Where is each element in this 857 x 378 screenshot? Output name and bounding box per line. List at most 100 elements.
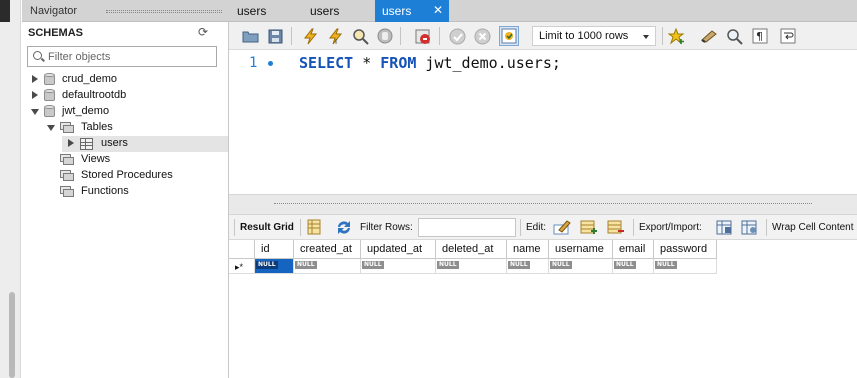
table-icon bbox=[80, 138, 93, 150]
table-cell[interactable]: NULL bbox=[255, 259, 294, 274]
column-header[interactable]: email bbox=[613, 240, 654, 259]
column-header[interactable]: deleted_at bbox=[436, 240, 507, 259]
export-icon[interactable] bbox=[716, 219, 732, 235]
import-icon[interactable] bbox=[741, 219, 757, 235]
views-label: Views bbox=[81, 153, 111, 165]
edge-dark-block bbox=[0, 0, 10, 22]
sql-code-line[interactable]: SELECT * FROM jwt_demo.users; bbox=[299, 54, 561, 72]
toolbar-separator bbox=[400, 27, 401, 45]
save-icon[interactable] bbox=[265, 26, 285, 46]
toggle-error-icon[interactable] bbox=[413, 26, 433, 46]
row-header[interactable]: ▸* bbox=[229, 259, 255, 274]
collapse-arrow-icon[interactable] bbox=[47, 125, 55, 131]
panel-splitter[interactable] bbox=[229, 194, 857, 215]
stop-icon[interactable] bbox=[375, 26, 395, 46]
svg-text:¶: ¶ bbox=[756, 30, 763, 43]
result-toolbar: Result Grid Filter Rows: Edit: Export/Im… bbox=[229, 215, 857, 240]
schema-label: crud_demo bbox=[62, 73, 118, 85]
tab-users-1[interactable]: users bbox=[237, 0, 307, 22]
tree-item-tables[interactable]: Tables bbox=[46, 120, 216, 136]
grid-layout-icon[interactable] bbox=[307, 219, 323, 235]
null-badge: NULL bbox=[437, 261, 459, 269]
edge-scrollbar[interactable] bbox=[9, 292, 15, 378]
tree-item-users-table[interactable]: users bbox=[66, 136, 226, 152]
result-grid[interactable]: id created_at updated_at deleted_at name… bbox=[229, 240, 857, 378]
explain-icon[interactable] bbox=[350, 26, 370, 46]
navigator-header: Navigator bbox=[22, 0, 229, 22]
collapse-arrow-icon[interactable] bbox=[31, 109, 39, 115]
expand-arrow-icon[interactable] bbox=[68, 139, 74, 147]
column-header[interactable]: id bbox=[255, 240, 294, 259]
tree-item-stored-procedures[interactable]: Stored Procedures bbox=[46, 168, 216, 184]
search-icon bbox=[33, 51, 42, 60]
sql-keyword-from: FROM bbox=[380, 54, 417, 72]
execute-icon[interactable] bbox=[300, 26, 320, 46]
refresh-icon[interactable]: ⟳ bbox=[198, 25, 208, 39]
tab-users-2[interactable]: users bbox=[310, 0, 380, 22]
wrap-cell-content-label[interactable]: Wrap Cell Content bbox=[772, 222, 854, 233]
left-edge-strip bbox=[0, 0, 21, 378]
table-cell[interactable]: NULL bbox=[654, 259, 717, 274]
navigator-grip[interactable] bbox=[106, 10, 222, 13]
table-cell[interactable]: NULL bbox=[507, 259, 549, 274]
column-header[interactable]: name bbox=[507, 240, 549, 259]
sql-editor[interactable]: 1 SELECT * FROM jwt_demo.users; bbox=[229, 50, 857, 194]
splitter-grip[interactable] bbox=[274, 203, 812, 206]
export-import-label: Export/Import: bbox=[639, 222, 702, 233]
chevron-down-icon bbox=[643, 35, 649, 39]
table-cell[interactable]: NULL bbox=[549, 259, 613, 274]
commit-icon[interactable] bbox=[447, 26, 467, 46]
toolbar-separator bbox=[766, 219, 767, 236]
query-toolbar: I Limit to 1000 rows ¶ bbox=[229, 22, 857, 50]
find-icon[interactable] bbox=[724, 26, 744, 46]
add-row-icon[interactable] bbox=[580, 219, 597, 235]
column-header[interactable]: updated_at bbox=[361, 240, 436, 259]
execute-current-icon[interactable]: I bbox=[325, 26, 345, 46]
table-label: users bbox=[101, 137, 128, 149]
table-cell[interactable]: NULL bbox=[436, 259, 507, 274]
delete-row-icon[interactable] bbox=[607, 219, 624, 235]
null-badge: NULL bbox=[655, 261, 677, 269]
null-badge: NULL bbox=[362, 261, 384, 269]
schema-item-crud-demo[interactable]: crud_demo bbox=[30, 72, 220, 88]
column-header[interactable]: password bbox=[654, 240, 717, 259]
wrap-icon[interactable] bbox=[778, 26, 798, 46]
open-folder-icon[interactable] bbox=[240, 26, 260, 46]
table-cell[interactable]: NULL bbox=[294, 259, 361, 274]
filter-rows-label: Filter Rows: bbox=[360, 222, 413, 233]
toolbar-separator bbox=[439, 27, 440, 45]
tree-item-functions[interactable]: Functions bbox=[46, 184, 216, 200]
edit-label: Edit: bbox=[526, 222, 547, 233]
rollback-icon[interactable] bbox=[472, 26, 492, 46]
table-cell[interactable]: NULL bbox=[361, 259, 436, 274]
filter-objects-input[interactable] bbox=[27, 46, 217, 67]
filter-rows-input[interactable] bbox=[418, 218, 516, 237]
folder-icon bbox=[60, 186, 75, 198]
result-grid-label[interactable]: Result Grid bbox=[240, 222, 294, 233]
null-badge: NULL bbox=[295, 261, 317, 269]
tab-label: users bbox=[310, 4, 340, 18]
new-row-marker: ▸* bbox=[235, 262, 244, 272]
bookmark-icon[interactable] bbox=[666, 26, 686, 46]
beautify-icon[interactable] bbox=[699, 26, 719, 46]
limit-rows-select[interactable]: Limit to 1000 rows bbox=[532, 26, 656, 46]
close-icon[interactable]: ✕ bbox=[433, 3, 443, 17]
toolbar-separator bbox=[300, 219, 301, 236]
invisibles-icon[interactable]: ¶ bbox=[750, 26, 770, 46]
row-header-corner bbox=[229, 240, 255, 259]
column-header[interactable]: created_at bbox=[294, 240, 361, 259]
database-icon bbox=[44, 89, 55, 102]
refresh-results-icon[interactable] bbox=[335, 219, 351, 235]
expand-arrow-icon[interactable] bbox=[32, 75, 38, 83]
schema-item-defaultrootdb[interactable]: defaultrootdb bbox=[30, 88, 220, 104]
tree-item-views[interactable]: Views bbox=[46, 152, 216, 168]
table-cell[interactable]: NULL bbox=[613, 259, 654, 274]
null-badge: NULL bbox=[256, 261, 278, 269]
schema-item-jwt-demo[interactable]: jwt_demo bbox=[30, 104, 220, 120]
autocommit-icon[interactable] bbox=[499, 26, 519, 46]
edit-row-icon[interactable] bbox=[553, 219, 571, 235]
expand-arrow-icon[interactable] bbox=[32, 91, 38, 99]
tab-users-active[interactable]: users ✕ bbox=[375, 0, 449, 22]
column-header[interactable]: username bbox=[549, 240, 613, 259]
toolbar-separator bbox=[633, 219, 634, 236]
